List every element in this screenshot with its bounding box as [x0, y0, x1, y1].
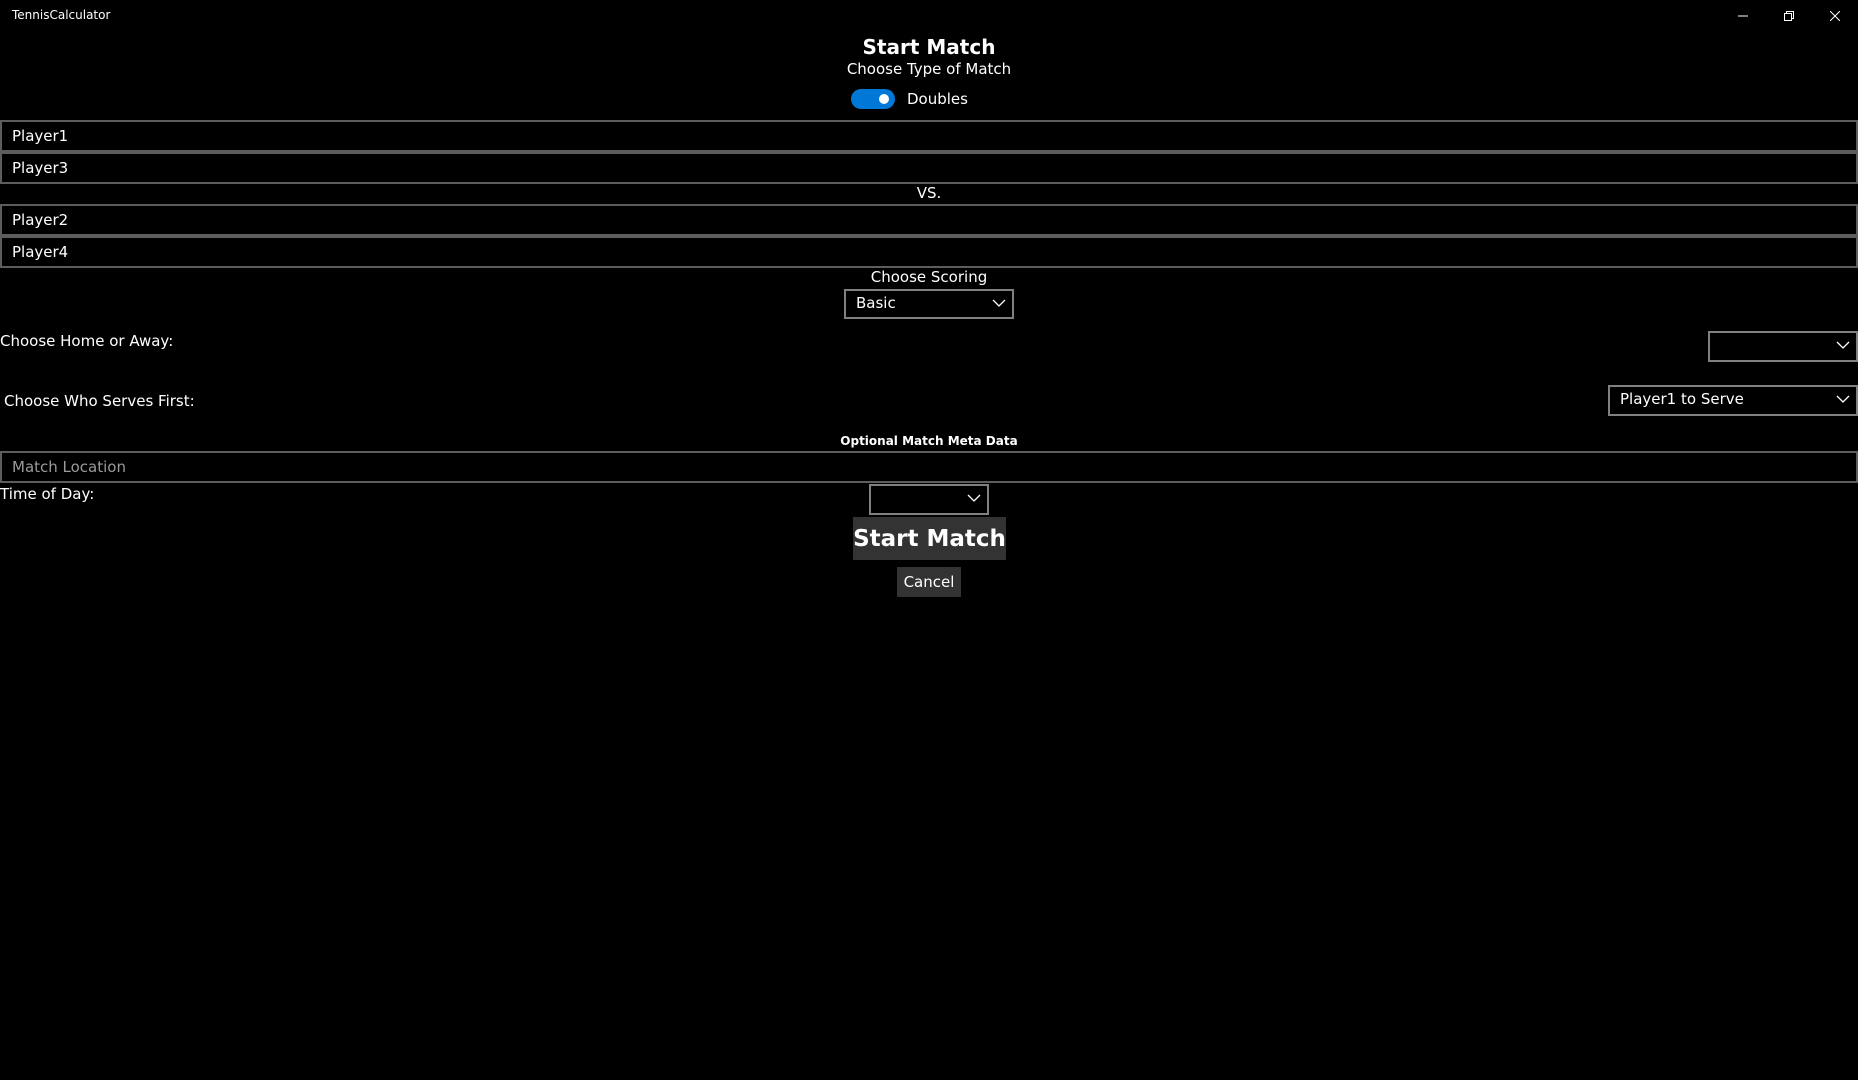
restore-icon: [1784, 11, 1794, 21]
match-type-subtitle: Choose Type of Match: [846, 60, 1012, 78]
chevron-down-icon: [1836, 395, 1850, 403]
player1-value: Player1: [12, 127, 69, 145]
time-of-day-dropdown[interactable]: [869, 484, 989, 515]
match-location-input[interactable]: Match Location: [0, 451, 1858, 483]
home-away-label: Choose Home or Away:: [0, 332, 174, 350]
home-away-dropdown[interactable]: [1708, 331, 1858, 362]
scoring-dropdown[interactable]: Basic: [844, 289, 1014, 319]
scoring-label: Choose Scoring: [870, 268, 988, 286]
player1-input[interactable]: Player1: [0, 120, 1858, 152]
close-icon: [1830, 11, 1840, 21]
minimize-icon: [1738, 15, 1748, 17]
page-title: Start Match: [862, 35, 996, 59]
close-button[interactable]: [1812, 0, 1858, 32]
toggle-knob: [879, 94, 889, 104]
cancel-button[interactable]: Cancel: [897, 567, 961, 597]
serve-first-selected-value: Player1 to Serve: [1620, 390, 1744, 408]
title-bar: TennisCalculator: [0, 0, 1858, 32]
player2-input[interactable]: Player2: [0, 204, 1858, 236]
restore-button[interactable]: [1766, 0, 1812, 32]
player3-value: Player3: [12, 159, 69, 177]
match-location-placeholder: Match Location: [12, 458, 126, 476]
serve-first-dropdown[interactable]: Player1 to Serve: [1608, 385, 1858, 416]
chevron-down-icon: [1836, 341, 1850, 349]
serve-first-label: Choose Who Serves First:: [4, 392, 195, 410]
time-of-day-label: Time of Day:: [0, 485, 95, 503]
player2-value: Player2: [12, 211, 69, 229]
app-title: TennisCalculator: [12, 8, 111, 22]
start-match-button[interactable]: Start Match: [853, 517, 1006, 560]
player4-value: Player4: [12, 243, 69, 261]
minimize-button[interactable]: [1720, 0, 1766, 32]
vs-label: VS.: [916, 184, 942, 202]
scoring-selected-value: Basic: [856, 294, 896, 312]
player4-input[interactable]: Player4: [0, 236, 1858, 268]
chevron-down-icon: [992, 299, 1006, 307]
chevron-down-icon: [967, 494, 981, 502]
doubles-toggle[interactable]: [851, 89, 895, 109]
doubles-toggle-label: Doubles: [907, 90, 968, 108]
player3-input[interactable]: Player3: [0, 152, 1858, 184]
match-type-toggle-row: Doubles: [851, 88, 968, 110]
meta-data-title: Optional Match Meta Data: [840, 434, 1018, 448]
app-window: TennisCalculator Start Match Choose Type…: [0, 0, 1858, 1080]
